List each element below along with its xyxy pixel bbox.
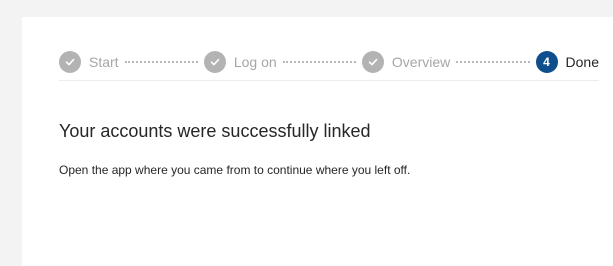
step-connector [456,61,530,63]
check-icon [59,51,81,73]
step-label-start: Start [89,54,119,70]
progress-stepper: Start Log on Overview 4 Done [59,47,599,77]
step-done: 4 Done [535,51,599,73]
step-start: Start [59,51,119,73]
check-icon [361,51,384,73]
step-label-done: Done [565,54,599,70]
step-connector [124,61,198,63]
step-label-log-on: Log on [233,54,277,70]
check-icon [203,51,226,73]
success-heading: Your accounts were successfully linked [59,121,371,141]
step-log-on: Log on [203,51,277,73]
content-card: Start Log on Overview 4 Done Your accoun… [22,17,613,266]
step-number-badge: 4 [535,51,558,73]
step-connector [282,61,356,63]
success-message: Open the app where you came from to cont… [59,163,411,177]
step-label-overview: Overview [391,54,451,70]
stepper-divider [59,80,599,81]
step-overview: Overview [361,51,451,73]
